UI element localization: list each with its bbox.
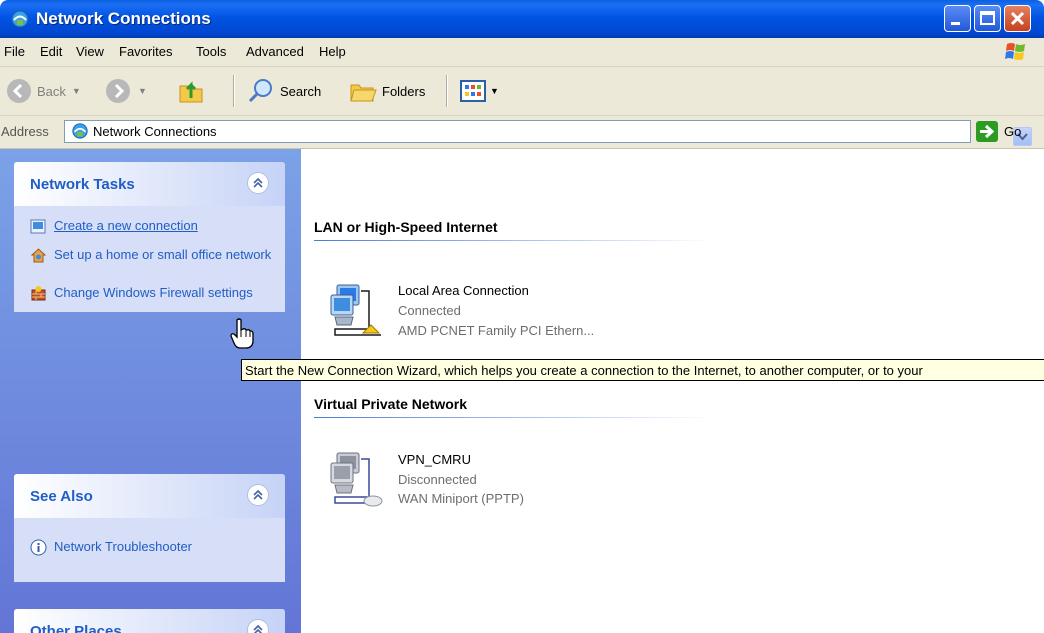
go-arrow-icon xyxy=(980,124,995,139)
network-tasks-panel: Network Tasks Create a new connection Se… xyxy=(14,162,285,312)
search-icon xyxy=(248,79,272,103)
connection-name[interactable]: Local Area Connection xyxy=(398,283,529,298)
minimize-button[interactable] xyxy=(944,5,971,32)
see-also-panel: See Also Network Troubleshooter xyxy=(14,474,285,582)
folders-label: Folders xyxy=(382,83,426,99)
menu-help[interactable]: Help xyxy=(319,44,346,59)
other-places-title: Other Places xyxy=(30,623,122,633)
new-connection-icon xyxy=(30,219,46,234)
firewall-icon xyxy=(31,286,46,301)
search-label: Search xyxy=(280,83,322,99)
menu-view[interactable]: View xyxy=(76,44,104,59)
network-connections-icon xyxy=(72,123,88,139)
tooltip: Start the New Connection Wizard, which h… xyxy=(241,359,1044,381)
info-icon xyxy=(30,539,47,556)
connection-device: AMD PCNET Family PCI Ethern... xyxy=(398,323,595,338)
standard-toolbar: Back ▼ ▼ Search Folders ▼ xyxy=(0,67,1044,116)
folders-button[interactable]: Folders xyxy=(348,67,425,115)
address-field[interactable]: Network Connections xyxy=(64,120,1032,146)
see-also-title: See Also xyxy=(30,488,93,505)
back-dropdown-icon[interactable]: ▼ xyxy=(72,86,81,96)
forward-button[interactable]: ▼ xyxy=(104,67,147,115)
back-button[interactable]: Back ▼ xyxy=(5,67,81,115)
group-divider xyxy=(314,417,714,418)
window-title: Network Connections xyxy=(36,9,211,28)
toolbar-separator xyxy=(446,75,448,107)
connections-list: LAN or High-Speed Internet Local Area Co… xyxy=(301,149,1044,633)
forward-arrow-icon xyxy=(106,79,130,103)
windows-logo-icon xyxy=(1005,43,1025,60)
address-bar: Address Network Connections Go xyxy=(0,116,1044,149)
firewall-link[interactable]: Change Windows Firewall settings xyxy=(54,284,279,301)
views-icon xyxy=(460,80,486,102)
address-label: Address xyxy=(1,124,49,139)
menu-file[interactable]: File xyxy=(4,44,25,59)
menu-favorites[interactable]: Favorites xyxy=(119,44,172,59)
home-network-icon xyxy=(30,248,47,263)
network-tasks-title: Network Tasks xyxy=(30,176,135,193)
network-tasks-header[interactable]: Network Tasks xyxy=(14,162,285,206)
up-folder-icon xyxy=(179,81,203,103)
views-button[interactable]: ▼ xyxy=(458,67,499,115)
troubleshooter-link[interactable]: Network Troubleshooter xyxy=(54,538,279,555)
menu-edit[interactable]: Edit xyxy=(40,44,62,59)
connection-status: Connected xyxy=(398,303,461,318)
collapse-icon[interactable] xyxy=(247,619,269,633)
close-button[interactable] xyxy=(1004,5,1031,32)
maximize-button[interactable] xyxy=(974,5,1001,32)
folders-icon xyxy=(350,84,377,102)
see-also-header[interactable]: See Also xyxy=(14,474,285,518)
create-connection-link[interactable]: Create a new connection xyxy=(54,217,279,234)
network-connections-icon xyxy=(11,10,29,28)
collapse-icon[interactable] xyxy=(247,172,269,194)
search-button[interactable]: Search xyxy=(246,67,321,115)
group-lan-title: LAN or High-Speed Internet xyxy=(314,219,498,235)
up-folder-button[interactable] xyxy=(176,67,206,115)
other-places-header[interactable]: Other Places xyxy=(14,609,285,633)
back-label: Back xyxy=(37,83,66,99)
group-divider xyxy=(314,240,714,241)
explorer-window: Network Connections File Edit View Favor… xyxy=(0,0,1044,633)
menu-tools[interactable]: Tools xyxy=(196,44,226,59)
task-pane: Network Tasks Create a new connection Se… xyxy=(0,149,301,633)
connection-device: WAN Miniport (PPTP) xyxy=(398,491,524,506)
home-network-link[interactable]: Set up a home or small office network xyxy=(54,246,279,263)
collapse-icon[interactable] xyxy=(247,484,269,506)
lan-connection-icon[interactable] xyxy=(325,279,385,341)
forward-dropdown-icon[interactable]: ▼ xyxy=(138,86,147,96)
connection-name[interactable]: VPN_CMRU xyxy=(398,452,471,467)
menu-bar: File Edit View Favorites Tools Advanced … xyxy=(0,38,1044,67)
address-value: Network Connections xyxy=(93,124,217,139)
hand-cursor-icon xyxy=(230,318,254,349)
vpn-connection-icon[interactable] xyxy=(325,447,385,509)
views-dropdown-icon[interactable]: ▼ xyxy=(490,86,499,96)
back-arrow-icon xyxy=(7,79,31,103)
group-vpn-title: Virtual Private Network xyxy=(314,396,468,412)
title-bar[interactable]: Network Connections xyxy=(0,0,1044,38)
go-label[interactable]: Go xyxy=(1004,124,1021,139)
other-places-panel: Other Places xyxy=(14,609,285,633)
menu-advanced[interactable]: Advanced xyxy=(246,44,304,59)
connection-status: Disconnected xyxy=(398,472,477,487)
go-button[interactable] xyxy=(976,121,998,142)
toolbar-separator xyxy=(233,75,235,107)
